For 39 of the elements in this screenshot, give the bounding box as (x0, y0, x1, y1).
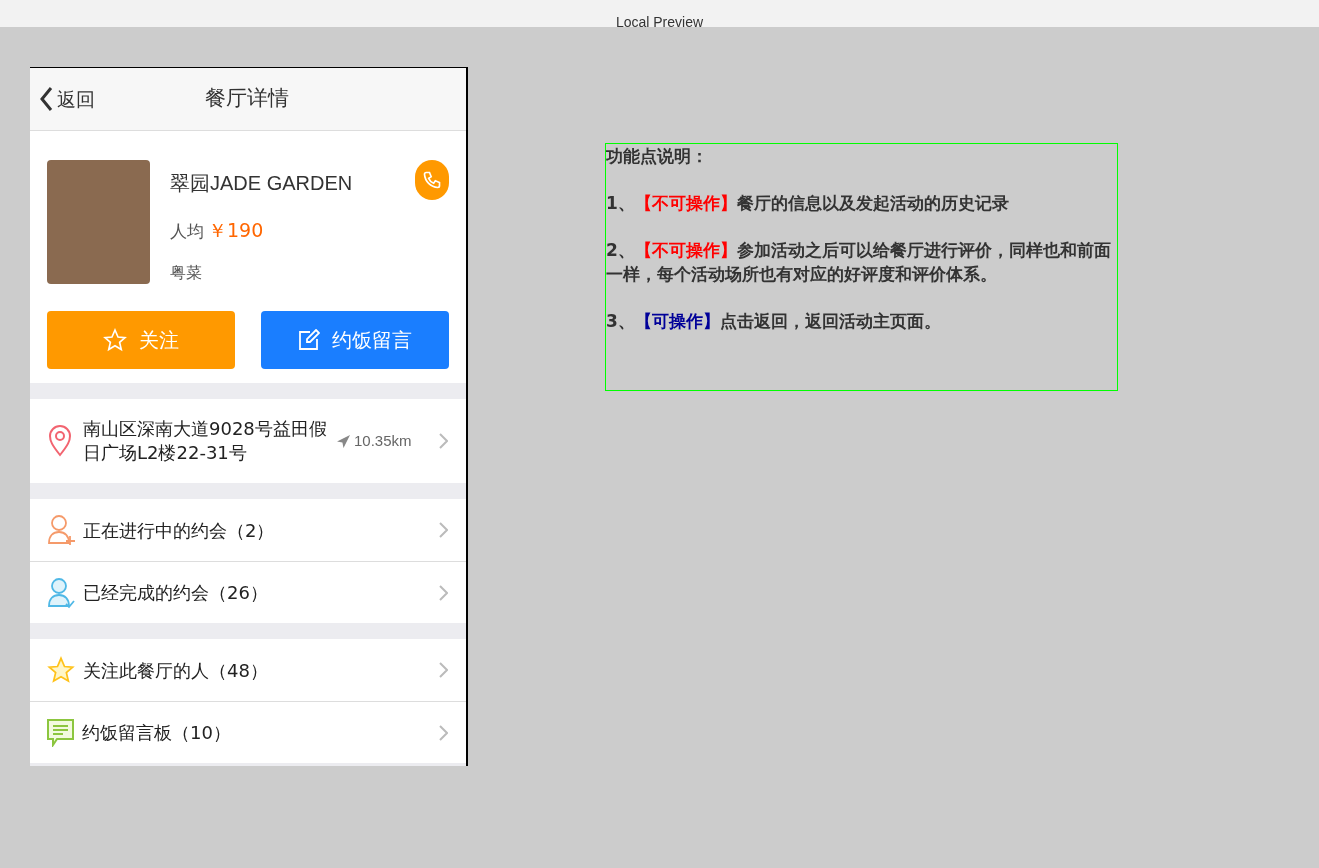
menu-row[interactable]: 关注此餐厅的人（48） (30, 639, 466, 701)
location-pin-icon (47, 425, 73, 457)
window-title: Local Preview (615, 13, 704, 27)
notes-title: 功能点说明： (606, 145, 709, 168)
address: 南山区深南大道9028号益田假日广场L2楼22-31号 (83, 417, 328, 465)
price-label: 人均 (170, 220, 204, 243)
cuisine: 粤菜 (170, 261, 203, 284)
edit-icon (298, 328, 320, 351)
phone-button[interactable] (415, 160, 449, 200)
message-button[interactable]: 约饭留言 (261, 310, 449, 369)
menu-row[interactable]: 已经完成的约会（26） (30, 561, 466, 623)
back-chevron-icon (39, 86, 53, 112)
chevron-right-icon (438, 584, 448, 601)
chevron-right-icon (438, 433, 448, 449)
star-icon (103, 327, 127, 352)
navigation-arrow-icon (337, 434, 350, 448)
note-paragraph: 3、【可操作】点击返回，返回活动主页面。 (606, 310, 942, 333)
phone-icon (422, 170, 442, 190)
person-check-icon (47, 576, 75, 609)
chevron-right-icon (438, 724, 448, 741)
distance: 10.35km (354, 430, 412, 451)
price: ￥190 (208, 218, 264, 243)
note-paragraph: 2、【不可操作】参加活动之后可以给餐厅进行评价，同样也和前面一样，每个活动场所也有对应的好评度和评价体系。 (606, 239, 1112, 286)
row-label: 已经完成的约会（26） (83, 581, 268, 605)
menu-row[interactable]: 约饭留言板（10） (30, 701, 466, 763)
row-label: 正在进行中的约会（2） (83, 518, 275, 543)
row-label: 约饭留言板（10） (82, 721, 231, 745)
chevron-right-icon (438, 522, 448, 538)
back-button[interactable]: 返回 (39, 84, 95, 114)
note-paragraph: 1、【不可操作】餐厅的信息以及发起活动的历史记录 (606, 192, 1010, 215)
row-label: 关注此餐厅的人（48） (83, 658, 268, 683)
person-plus-icon (47, 514, 75, 546)
message-board-icon (47, 718, 74, 747)
star-icon (47, 655, 75, 685)
address-row[interactable]: 南山区深南大道9028号益田假日广场L2楼22-31号 10.35km (30, 399, 466, 483)
menu-row[interactable]: 正在进行中的约会（2） (30, 499, 466, 561)
restaurant-name: 翠园JADE GARDEN (170, 171, 354, 196)
chevron-right-icon (438, 662, 448, 678)
page-title: 餐厅详情 (205, 85, 289, 113)
